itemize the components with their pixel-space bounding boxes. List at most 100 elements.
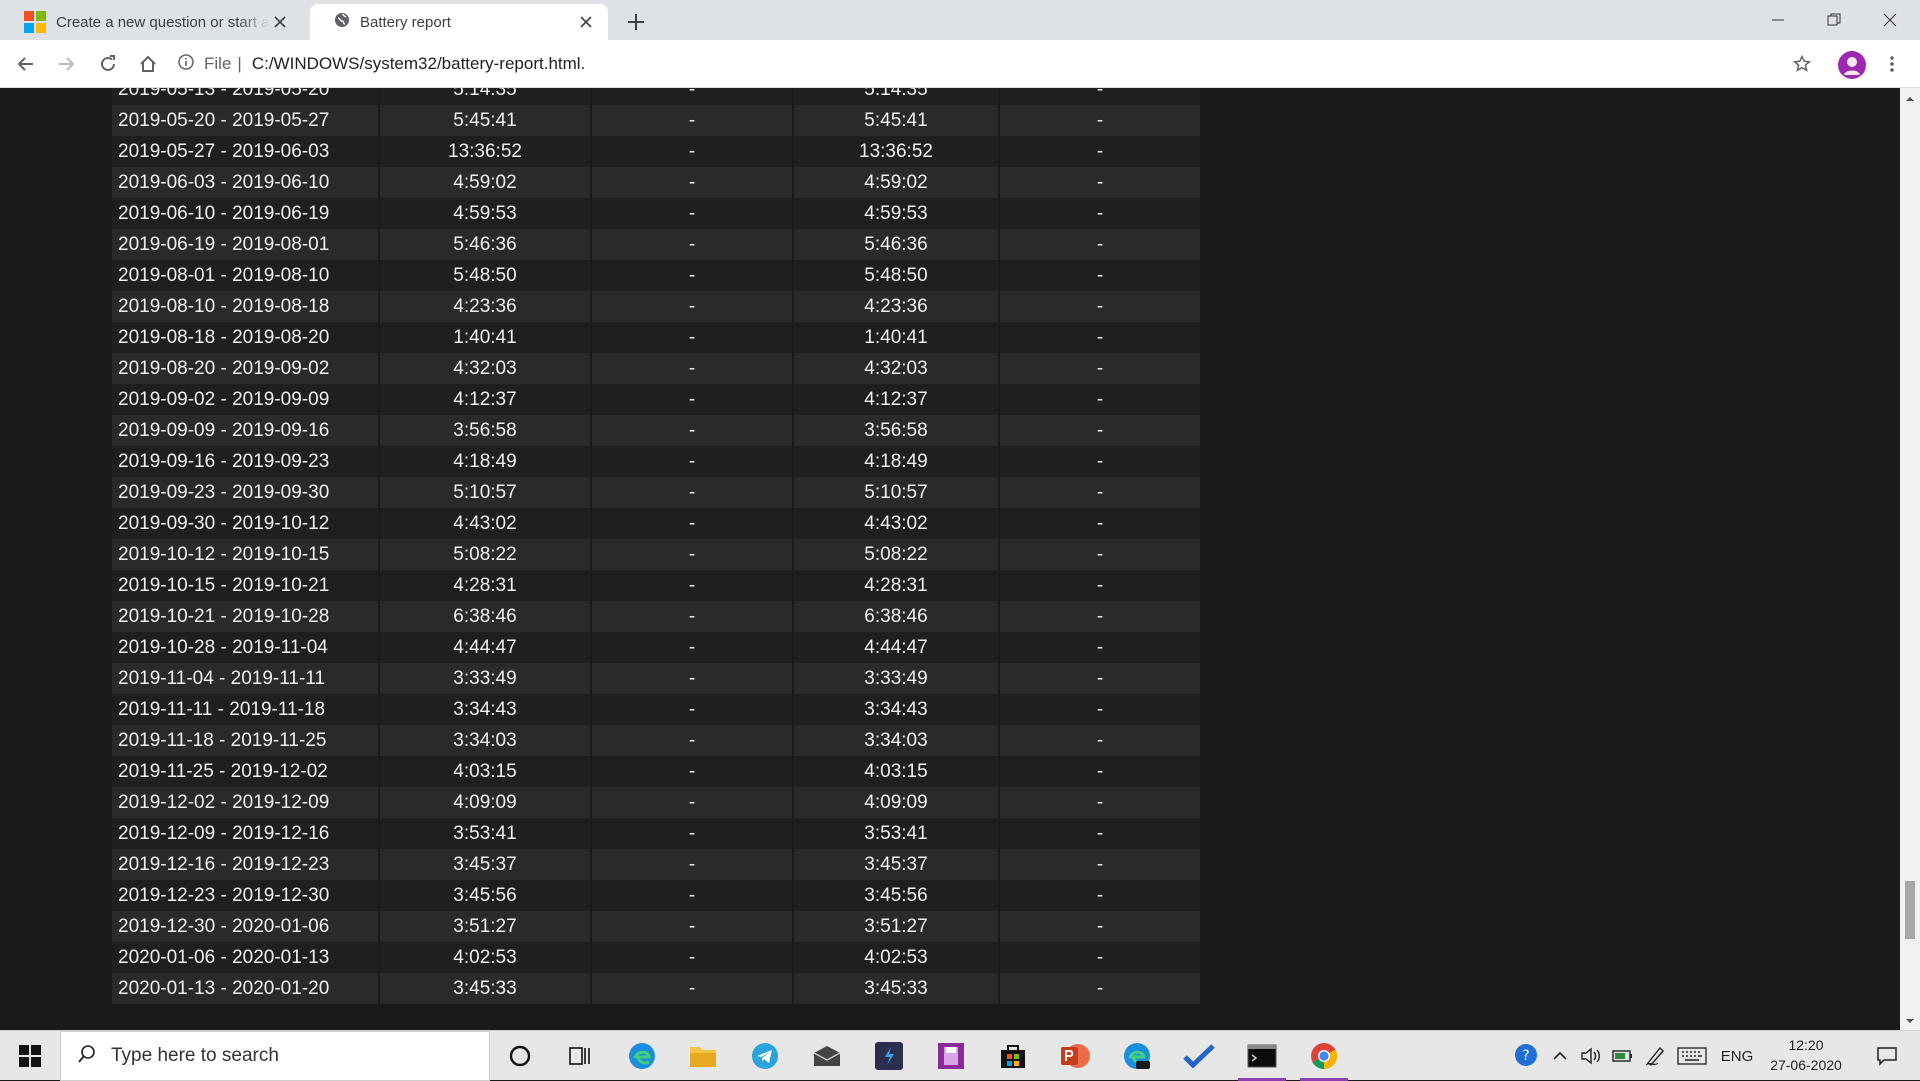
edge-icon[interactable] [612, 1031, 672, 1081]
visual-studio-icon[interactable] [859, 1031, 919, 1081]
edge-beta-icon[interactable] [1107, 1031, 1167, 1081]
table-row: 2019-10-15 - 2019-10-21 4:28:31-4:28:31- [112, 570, 1200, 601]
scroll-down-arrow-icon[interactable] [1904, 1014, 1916, 1026]
duration-cell: 4:59:02 [793, 167, 1000, 198]
duration-cell: 1:40:41 [379, 322, 592, 353]
new-tab-button[interactable] [624, 10, 648, 34]
search-icon [77, 1044, 97, 1069]
duration-cell: - [999, 88, 1200, 105]
duration-cell: - [999, 787, 1200, 818]
duration-cell: 4:28:31 [793, 570, 1000, 601]
period-cell: 2019-08-01 - 2019-08-10 [112, 260, 380, 291]
duration-cell: - [591, 973, 794, 1004]
start-button[interactable] [0, 1031, 60, 1081]
touch-keyboard-icon[interactable] [1674, 1031, 1710, 1081]
tab-strip: Create a new question or start a discuss… [0, 0, 1920, 40]
duration-cell: - [999, 446, 1200, 477]
table-row: 2019-08-10 - 2019-08-18 4:23:36-4:23:36- [112, 291, 1200, 322]
duration-cell: - [591, 291, 794, 322]
chrome-icon[interactable] [1294, 1031, 1354, 1081]
table-row: 2019-11-18 - 2019-11-25 3:34:03-3:34:03- [112, 725, 1200, 756]
duration-cell: 5:10:57 [379, 477, 592, 508]
profile-avatar[interactable] [1838, 51, 1866, 79]
tab-battery-report[interactable]: Battery report [310, 4, 608, 40]
file-explorer-icon[interactable] [673, 1031, 733, 1081]
period-cell: 2019-08-18 - 2019-08-20 [112, 322, 380, 353]
cortana-icon[interactable] [490, 1031, 550, 1081]
home-button[interactable] [136, 52, 160, 76]
globe-icon [334, 12, 350, 32]
windows-taskbar: Type here to search ? ENG 12:20 27-06-20… [0, 1030, 1920, 1081]
duration-cell: - [591, 601, 794, 632]
table-row: 2019-06-10 - 2019-06-19 4:59:53-4:59:53- [112, 198, 1200, 229]
telegram-icon[interactable] [735, 1031, 795, 1081]
duration-cell: - [591, 384, 794, 415]
address-bar[interactable]: File | C:/WINDOWS/system32/battery-repor… [178, 48, 1808, 80]
reload-button[interactable] [96, 52, 120, 76]
scroll-thumb[interactable] [1905, 881, 1915, 939]
duration-cell: 4:23:36 [793, 291, 1000, 322]
duration-cell: - [591, 849, 794, 880]
language-indicator[interactable]: ENG [1714, 1031, 1760, 1081]
duration-cell: - [591, 198, 794, 229]
onenote-icon[interactable] [921, 1031, 981, 1081]
duration-cell: - [999, 260, 1200, 291]
duration-cell: - [591, 818, 794, 849]
period-cell: 2019-11-04 - 2019-11-11 [112, 663, 380, 694]
duration-cell: 4:32:03 [379, 353, 592, 384]
page-scrollbar[interactable] [1900, 88, 1920, 1030]
clock[interactable]: 12:20 27-06-2020 [1766, 1035, 1846, 1075]
url-text[interactable]: C:/WINDOWS/system32/battery-report.html. [252, 54, 585, 74]
duration-cell: 3:33:49 [379, 663, 592, 694]
pen-workspace-icon[interactable] [1640, 1031, 1670, 1081]
help-tray-icon[interactable]: ? [1510, 1031, 1544, 1081]
info-icon[interactable] [178, 53, 194, 75]
duration-cell: - [591, 167, 794, 198]
tab-create-question[interactable]: Create a new question or start a discuss… [0, 4, 302, 40]
mail-icon[interactable] [797, 1031, 857, 1081]
duration-cell: 1:40:41 [793, 322, 1000, 353]
duration-cell: - [591, 260, 794, 291]
clock-time: 12:20 [1788, 1037, 1824, 1053]
duration-cell: 4:59:02 [379, 167, 592, 198]
close-window-button[interactable] [1862, 0, 1918, 40]
duration-cell: - [591, 477, 794, 508]
duration-cell: - [999, 818, 1200, 849]
minimize-button[interactable] [1750, 0, 1806, 40]
bookmark-star-icon[interactable] [1790, 52, 1814, 76]
duration-cell: 5:14:35 [793, 88, 1000, 105]
close-tab-icon[interactable] [270, 12, 290, 32]
period-cell: 2019-06-10 - 2019-06-19 [112, 198, 380, 229]
todo-icon[interactable] [1169, 1031, 1229, 1081]
task-view-icon[interactable] [550, 1031, 610, 1081]
terminal-icon[interactable] [1232, 1031, 1292, 1081]
volume-icon[interactable] [1576, 1031, 1606, 1081]
table-row: 2019-06-19 - 2019-08-01 5:46:36-5:46:36- [112, 229, 1200, 260]
show-hidden-icons-chevron-icon[interactable] [1548, 1031, 1572, 1081]
duration-cell: 3:34:03 [379, 725, 592, 756]
duration-cell: 4:12:37 [379, 384, 592, 415]
battery-icon[interactable] [1608, 1031, 1638, 1081]
back-button[interactable] [14, 52, 38, 76]
taskbar-search-box[interactable]: Type here to search [60, 1031, 490, 1081]
duration-cell: - [999, 136, 1200, 167]
duration-cell: - [591, 725, 794, 756]
notifications-icon[interactable] [1862, 1031, 1912, 1081]
duration-cell: 3:45:33 [793, 973, 1000, 1004]
duration-cell: 3:45:56 [793, 880, 1000, 911]
forward-button[interactable] [54, 52, 78, 76]
duration-cell: - [591, 322, 794, 353]
restore-button[interactable] [1806, 0, 1862, 40]
store-icon[interactable] [983, 1031, 1043, 1081]
duration-cell: - [591, 539, 794, 570]
duration-cell: - [591, 694, 794, 725]
powerpoint-icon[interactable] [1045, 1031, 1105, 1081]
table-row: 2019-10-28 - 2019-11-04 4:44:47-4:44:47- [112, 632, 1200, 663]
scroll-up-arrow-icon[interactable] [1904, 92, 1916, 104]
duration-cell: 13:36:52 [793, 136, 1000, 167]
close-tab-icon[interactable] [576, 12, 596, 32]
table-row: 2020-01-06 - 2020-01-13 4:02:53-4:02:53- [112, 942, 1200, 973]
duration-cell: - [591, 88, 794, 105]
microsoft-logo-icon [24, 11, 46, 33]
browser-menu-icon[interactable] [1880, 52, 1904, 76]
